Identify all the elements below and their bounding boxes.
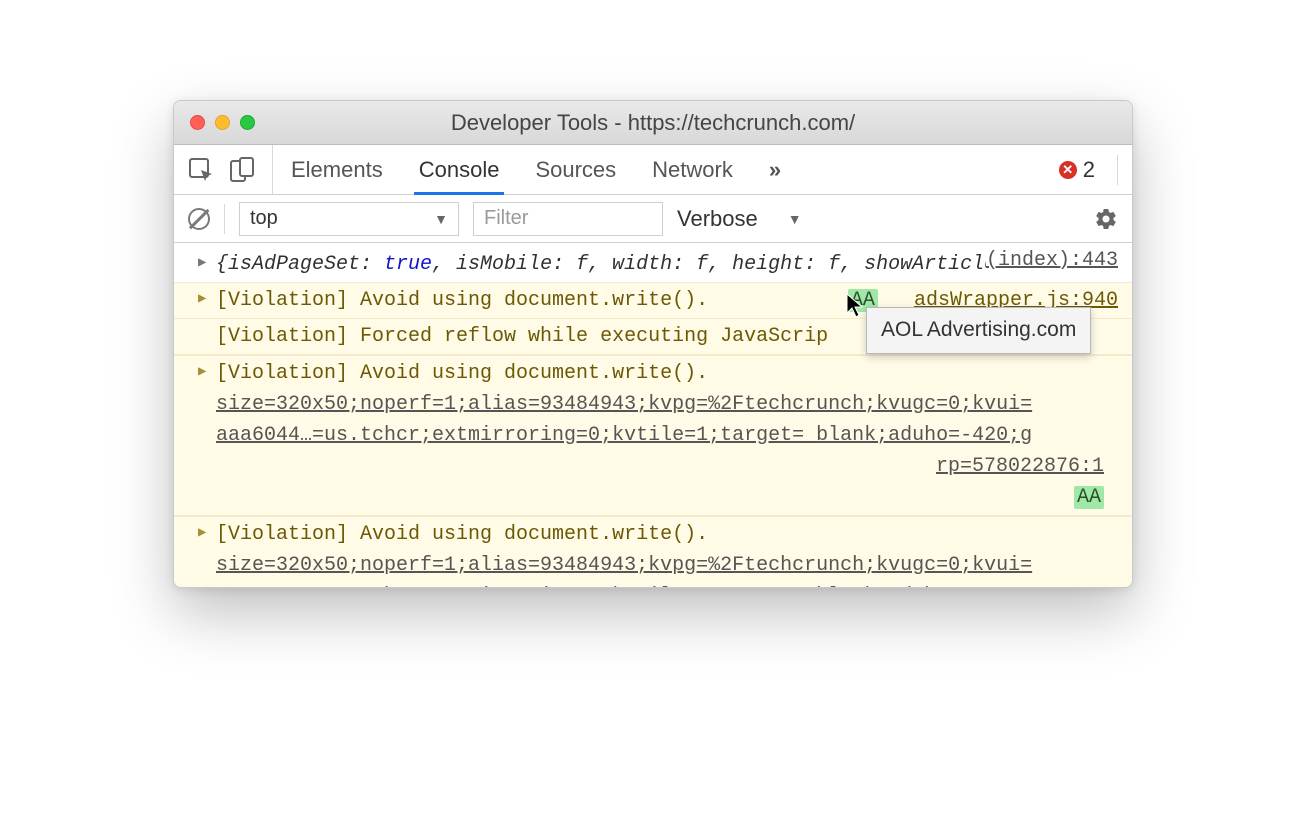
violation-message: [Violation] Forced reflow while executin… [216,325,828,348]
log-level-select[interactable]: Verbose ▼ [677,206,802,232]
devtools-window: Developer Tools - https://techcrunch.com… [173,100,1133,588]
titlebar: Developer Tools - https://techcrunch.com… [174,101,1132,145]
expand-arrow-icon[interactable]: ▶ [198,523,206,545]
zoom-window-button[interactable] [240,115,255,130]
violation-url-params[interactable]: rp=578022876:1 [936,455,1104,478]
execution-context-select[interactable]: top ▼ [239,202,459,236]
level-value: Verbose [677,206,758,232]
divider [224,204,225,234]
inspect-element-icon[interactable] [188,157,214,183]
source-link[interactable]: (index):443 [986,245,1118,276]
divider [1117,155,1118,185]
log-object: {isAdPageSet: true, isMobile: f, width: … [216,253,986,276]
violation-url-params[interactable]: size=320x50;noperf=1;alias=93484943;kvpg… [216,389,1118,420]
tabs: Elements Console Sources Network » [291,145,1039,194]
filter-input[interactable] [473,202,663,236]
console-toolbar: top ▼ Verbose ▼ [174,195,1132,243]
badge-tooltip: AOL Advertising.com [866,307,1091,354]
console-output: (index):443 ▶ {isAdPageSet: true, isMobi… [174,243,1132,587]
violation-message: [Violation] Avoid using document.write()… [216,523,708,546]
close-window-button[interactable] [190,115,205,130]
violation-message: [Violation] Avoid using document.write()… [216,289,708,312]
violation-url-params[interactable]: aaa6044…=us.tchcr:extmirroring=0:kvtile=… [216,581,1118,587]
context-value: top [250,207,278,230]
violation-url-params[interactable]: aaa6044…=us.tchcr;extmirroring=0;kvtile=… [216,420,1118,451]
console-row-violation[interactable]: ▶ [Violation] Avoid using document.write… [174,355,1132,516]
device-toolbar-icon[interactable] [230,157,254,183]
traffic-lights [190,115,255,130]
minimize-window-button[interactable] [215,115,230,130]
console-row-violation[interactable]: ▶ [Violation] Avoid using document.write… [174,516,1132,587]
window-title: Developer Tools - https://techcrunch.com… [174,110,1132,136]
chevron-down-icon: ▼ [434,211,448,227]
tab-network[interactable]: Network [652,145,733,194]
expand-arrow-icon[interactable]: ▶ [198,289,206,311]
console-row[interactable]: ▶ {isAdPageSet: true, isMobile: f, width… [174,247,986,282]
expand-arrow-icon[interactable]: ▶ [198,253,206,275]
violation-message: [Violation] Avoid using document.write()… [216,362,708,385]
expand-arrow-icon[interactable]: ▶ [198,362,206,384]
error-count-badge[interactable]: ✕ 2 [1059,157,1095,183]
clear-console-icon[interactable] [188,208,210,230]
error-count: 2 [1083,157,1095,183]
tab-sources[interactable]: Sources [535,145,616,194]
more-tabs-button[interactable]: » [769,145,781,194]
tabbar: Elements Console Sources Network » ✕ 2 [174,145,1132,195]
tab-console[interactable]: Console [419,145,500,194]
settings-gear-icon[interactable] [1094,207,1118,231]
tab-elements[interactable]: Elements [291,145,383,194]
violation-url-params[interactable]: size=320x50;noperf=1;alias=93484943;kvpg… [216,550,1118,581]
error-icon: ✕ [1059,161,1077,179]
chevron-down-icon: ▼ [788,211,802,227]
console-row-violation[interactable]: ▶ [Violation] Avoid using document.write… [174,282,1132,319]
third-party-badge[interactable]: AA [1074,486,1104,509]
